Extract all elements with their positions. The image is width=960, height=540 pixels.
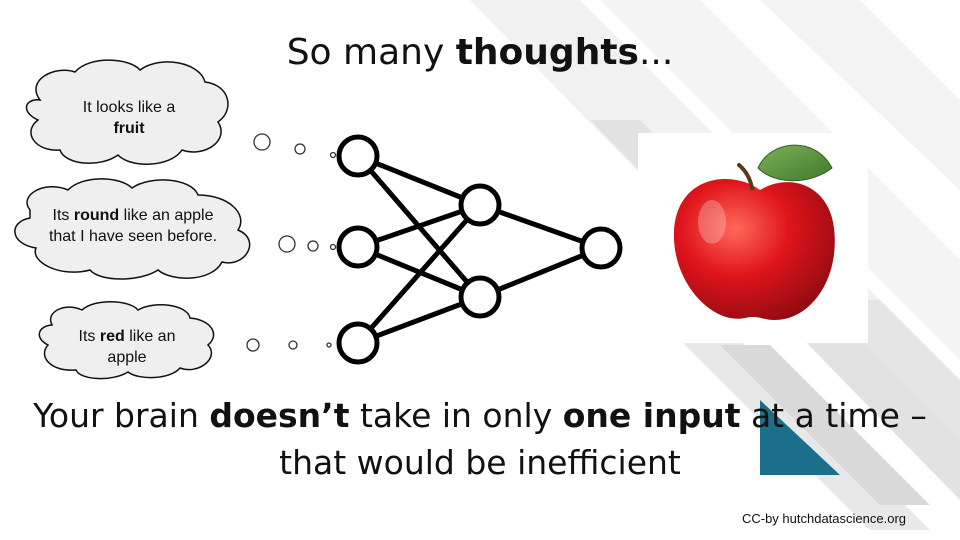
thought-bubble	[329, 151, 337, 159]
thought-bubble	[329, 243, 337, 251]
input-node	[336, 321, 380, 365]
thought-bubble	[253, 133, 271, 151]
thought-text-fruit: It looks like a fruit	[82, 99, 176, 137]
slide-caption: Your brain doesn’t take in only one inpu…	[33, 396, 927, 482]
thought-text-red: Its red like an apple	[78, 328, 176, 366]
input-node	[336, 134, 380, 178]
thought-bubble	[307, 240, 319, 252]
thought-bubble	[294, 143, 306, 155]
hidden-node	[458, 183, 502, 227]
thought-text-round: Its round like an apple that I have seen…	[48, 207, 218, 245]
thought-bubble	[326, 342, 332, 348]
output-node	[579, 226, 623, 270]
hidden-node	[458, 275, 502, 319]
thought-bubble	[278, 235, 296, 253]
credit-text: CC-by hutchdatascience.org	[741, 511, 906, 526]
thought-bubble	[246, 338, 260, 352]
thought-bubble	[288, 340, 298, 350]
apple-image	[638, 133, 868, 343]
input-node	[336, 225, 380, 269]
